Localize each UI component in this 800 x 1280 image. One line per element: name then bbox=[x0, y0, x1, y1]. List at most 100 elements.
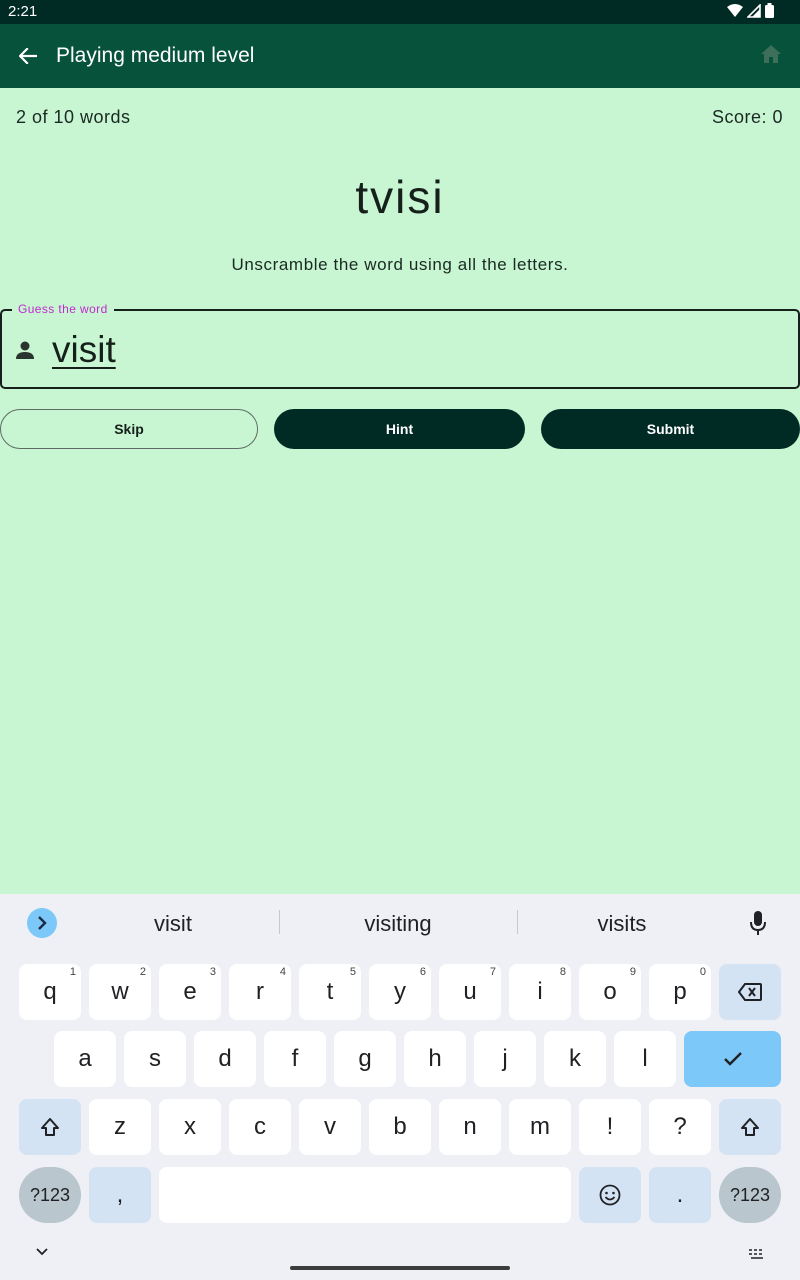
key-v[interactable]: v bbox=[299, 1099, 361, 1155]
microphone-icon[interactable] bbox=[748, 910, 768, 936]
key-s-label: s bbox=[149, 1045, 161, 1072]
key-q-number-hint: 1 bbox=[69, 966, 76, 978]
status-time: 2:21 bbox=[8, 3, 38, 20]
symbols-key-right[interactable]: ?123 bbox=[719, 1167, 781, 1223]
key-q[interactable]: q1 bbox=[19, 964, 81, 1020]
key-g-label: g bbox=[358, 1045, 372, 1072]
key-s[interactable]: s bbox=[124, 1031, 186, 1087]
key-k-label: k bbox=[569, 1045, 581, 1072]
key-f-label: f bbox=[291, 1045, 299, 1072]
word-progress: 2 of 10 words bbox=[16, 107, 131, 127]
guess-input-label: Guess the word bbox=[12, 302, 114, 316]
symbols-key-left[interactable]: ?123 bbox=[19, 1167, 81, 1223]
key-w-number-hint: 2 bbox=[139, 966, 146, 978]
back-button[interactable] bbox=[12, 40, 44, 72]
emoji-key[interactable] bbox=[579, 1167, 641, 1223]
space-key[interactable] bbox=[159, 1167, 571, 1223]
key-f[interactable]: f bbox=[264, 1031, 326, 1087]
key-a-label: a bbox=[78, 1045, 92, 1072]
key-h-label: h bbox=[428, 1045, 442, 1072]
key-e-label: e bbox=[183, 978, 197, 1005]
key-b[interactable]: b bbox=[369, 1099, 431, 1155]
key-t-number-hint: 5 bbox=[349, 966, 356, 978]
wifi-icon bbox=[727, 3, 743, 17]
suggestion-3[interactable]: visits bbox=[537, 911, 707, 937]
status-bar: 2:21 bbox=[0, 0, 800, 24]
instructions: Unscramble the word using all the letter… bbox=[231, 255, 569, 274]
key-o-number-hint: 9 bbox=[629, 966, 636, 978]
key-u[interactable]: u7 bbox=[439, 964, 501, 1020]
key-question[interactable]: ? bbox=[649, 1099, 711, 1155]
shift-key-right[interactable] bbox=[719, 1099, 781, 1155]
key-b-label: b bbox=[393, 1113, 407, 1140]
home-icon bbox=[761, 45, 781, 63]
comma-key[interactable]: , bbox=[89, 1167, 151, 1223]
key-o[interactable]: o9 bbox=[579, 964, 641, 1020]
key-x[interactable]: x bbox=[159, 1099, 221, 1155]
key-k[interactable]: k bbox=[544, 1031, 606, 1087]
enter-key[interactable] bbox=[684, 1031, 781, 1087]
skip-button[interactable]: Skip bbox=[0, 409, 258, 449]
key-i-label: i bbox=[537, 978, 543, 1005]
key-p[interactable]: p0 bbox=[649, 964, 711, 1020]
signal-icon bbox=[747, 3, 761, 18]
shift-icon bbox=[741, 1118, 759, 1136]
key-t-label: t bbox=[326, 978, 334, 1005]
key-r[interactable]: r4 bbox=[229, 964, 291, 1020]
key-l-label: l bbox=[642, 1045, 648, 1072]
key-h[interactable]: h bbox=[404, 1031, 466, 1087]
key-e[interactable]: e3 bbox=[159, 964, 221, 1020]
key-l[interactable]: l bbox=[614, 1031, 676, 1087]
key-p-label: p bbox=[673, 978, 687, 1005]
key-m[interactable]: m bbox=[509, 1099, 571, 1155]
key-v-label: v bbox=[324, 1113, 336, 1140]
backspace-icon bbox=[738, 983, 762, 1001]
key-y-label: y bbox=[394, 978, 406, 1005]
navigation-handle[interactable] bbox=[290, 1266, 510, 1270]
key-w[interactable]: w2 bbox=[89, 964, 151, 1020]
key-d[interactable]: d bbox=[194, 1031, 256, 1087]
key-y[interactable]: y6 bbox=[369, 964, 431, 1020]
key-z-label: z bbox=[114, 1113, 126, 1140]
key-g[interactable]: g bbox=[334, 1031, 396, 1087]
key-i[interactable]: i8 bbox=[509, 964, 571, 1020]
suggestion-divider bbox=[517, 910, 518, 934]
hint-button[interactable]: Hint bbox=[274, 409, 525, 449]
key-n-label: n bbox=[463, 1113, 477, 1140]
key-u-number-hint: 7 bbox=[489, 966, 496, 978]
key-z[interactable]: z bbox=[89, 1099, 151, 1155]
emoji-icon bbox=[599, 1184, 621, 1206]
arrow-back-icon bbox=[19, 48, 37, 64]
key-p-number-hint: 0 bbox=[699, 966, 706, 978]
key-r-number-hint: 4 bbox=[279, 966, 286, 978]
key-exclamation[interactable]: ! bbox=[579, 1099, 641, 1155]
key-o-label: o bbox=[603, 978, 617, 1005]
key-q-label: q bbox=[43, 978, 57, 1005]
key-a[interactable]: a bbox=[54, 1031, 116, 1087]
guess-input[interactable]: Guess the word visit bbox=[0, 302, 800, 389]
key-c[interactable]: c bbox=[229, 1099, 291, 1155]
backspace-key[interactable] bbox=[719, 964, 781, 1020]
key-t[interactable]: t5 bbox=[299, 964, 361, 1020]
key-j-label: j bbox=[502, 1045, 508, 1072]
key-j[interactable]: j bbox=[474, 1031, 536, 1087]
key-y-number-hint: 6 bbox=[419, 966, 426, 978]
hide-keyboard-icon[interactable] bbox=[34, 1246, 50, 1258]
key-u-label: u bbox=[463, 978, 477, 1005]
app-title: Playing medium level bbox=[56, 44, 255, 67]
expand-toolbar-button[interactable] bbox=[27, 908, 57, 938]
soft-keyboard: visit visiting visits ?123 , . ?123 q 1 … bbox=[0, 894, 800, 1280]
home-button[interactable] bbox=[760, 44, 784, 68]
period-key[interactable]: . bbox=[649, 1167, 711, 1223]
status-icons bbox=[727, 3, 774, 18]
check-icon bbox=[723, 1052, 742, 1066]
shift-icon bbox=[41, 1118, 59, 1136]
guess-input-value[interactable]: visit bbox=[52, 329, 116, 371]
submit-button[interactable]: Submit bbox=[541, 409, 800, 449]
suggestion-1[interactable]: visit bbox=[88, 911, 258, 937]
key-i-number-hint: 8 bbox=[559, 966, 566, 978]
shift-key-left[interactable] bbox=[19, 1099, 81, 1155]
suggestion-2[interactable]: visiting bbox=[298, 911, 498, 937]
keyboard-switch-icon[interactable] bbox=[748, 1248, 766, 1260]
key-n[interactable]: n bbox=[439, 1099, 501, 1155]
